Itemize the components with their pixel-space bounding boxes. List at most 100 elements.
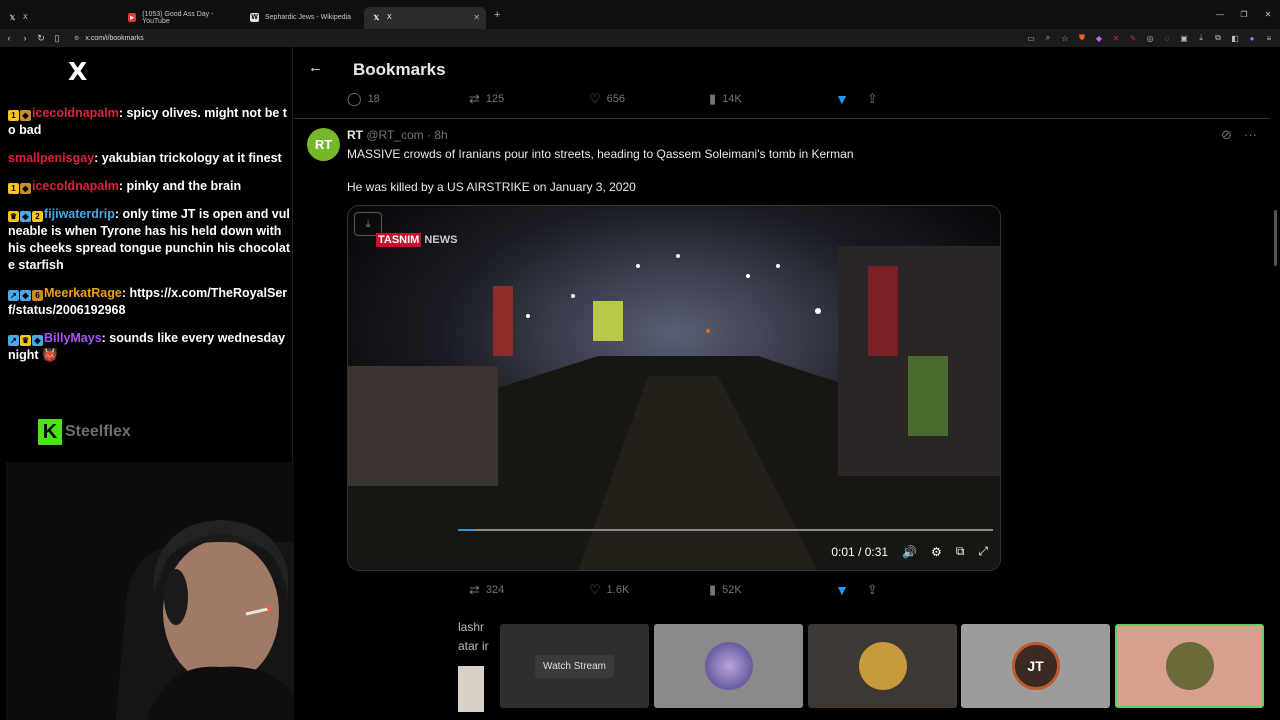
chat-username[interactable]: icecoldnapalm (32, 106, 119, 120)
extensions-puzzle-icon[interactable]: ⧉ (1213, 33, 1223, 43)
views-button[interactable]: ▮ 52K (709, 582, 835, 598)
video-progress-bar[interactable] (458, 529, 993, 531)
window-controls: — ❐ ✕ (1208, 0, 1280, 29)
tab-wikipedia[interactable]: W Sephardic Jews - Wikipedia (242, 7, 364, 29)
chat-message: ↗ ♛ ◆ BillyMays: sounds like every wednesda… (8, 330, 291, 364)
video-watermark: TASNIM NEWS (376, 233, 458, 247)
crown-badge-icon: ♛ (8, 211, 19, 222)
x-favicon-icon: 𝕏 (9, 14, 16, 22)
viewer-card[interactable] (654, 624, 803, 708)
extension-red-icon[interactable]: ✎ (1128, 34, 1138, 43)
views-icon: ▮ (709, 91, 717, 106)
viewer-avatar (858, 642, 907, 690)
picture-in-picture-icon[interactable]: ⧉ (956, 544, 965, 559)
chat-username[interactable]: smallpenisgay (8, 151, 94, 165)
tab-youtube[interactable]: ▶ (1053) Good Ass Day - YouTube (120, 7, 242, 29)
viewer-avatar (704, 642, 753, 690)
chat-message: smallpenisgay: yakubian trickology at it… (8, 150, 291, 167)
partial-text: lashr (458, 620, 485, 634)
fullscreen-icon[interactable]: ⤢ (978, 544, 988, 559)
tab-x-1[interactable]: 𝕏 X (0, 7, 120, 29)
sidebar-icon[interactable]: ◧ (1230, 34, 1240, 43)
reload-icon[interactable]: ↻ (34, 33, 48, 44)
page-scrollbar[interactable] (1274, 210, 1277, 266)
wikipedia-icon: W (250, 13, 259, 22)
chat-username[interactable]: icecoldnapalm (32, 179, 119, 193)
tweet-video-player[interactable]: ⤓ TASNIM NEWS 0:01 / 0:31 🔊 ⚙ ⧉ ⤢ (347, 205, 1001, 571)
more-options-icon[interactable]: ··· (1244, 127, 1257, 142)
forward-icon[interactable]: › (18, 33, 32, 43)
badge-icon: 6 (32, 290, 43, 301)
repost-icon: ⇄ (469, 582, 480, 597)
video-progress-fill (458, 529, 475, 531)
views-icon: ▮ (709, 582, 717, 597)
chat-username[interactable]: fijiwaterdrip (44, 207, 115, 221)
reply-icon: ◯ (347, 91, 362, 106)
like-button[interactable]: ♡ 656 (589, 91, 709, 107)
chat-message: 1 ◆ icecoldnapalm: spicy olives. might not… (8, 105, 291, 139)
star-icon[interactable]: ☆ (1060, 34, 1070, 43)
repost-button[interactable]: ⇄ 125 (469, 91, 589, 107)
watch-stream-button[interactable]: Watch Stream (535, 654, 614, 678)
repost-button[interactable]: ⇄ 324 (469, 582, 589, 598)
close-window-icon[interactable]: ✕ (1256, 10, 1280, 19)
menu-icon[interactable]: ≡ (1264, 34, 1274, 43)
minimize-icon[interactable]: — (1208, 10, 1232, 19)
tab-x-active[interactable]: 𝕏 X ✕ (364, 6, 486, 29)
new-tab-button[interactable]: + (494, 9, 500, 21)
browser-toolbar: ▭ ⌕ ☆ ⛊ ◆ ✕ ✎ ◎ ◌ ▣ ⤓ ⧉ ◧ ● ≡ (1026, 29, 1274, 47)
extension-x-icon[interactable]: ✕ (1111, 34, 1121, 43)
bookmark-page-icon[interactable]: ▯ (50, 33, 64, 44)
kick-watermark: K Steelflex (38, 419, 131, 445)
back-icon[interactable]: ‹ (2, 33, 16, 43)
repost-icon: ⇄ (469, 91, 480, 106)
tweet-author-handle[interactable]: @RT_com · 8h (366, 128, 447, 142)
chat-message: 1 ◆ icecoldnapalm: pinky and the brain (8, 178, 291, 195)
back-arrow-icon[interactable]: ← (308, 59, 323, 76)
chat-username[interactable]: BillyMays (44, 331, 102, 345)
partial-thumbnail (458, 666, 484, 712)
badge-icon: ◆ (20, 211, 31, 222)
x-logo: X (68, 57, 88, 86)
site-info-icon[interactable]: ⚙ (74, 35, 79, 42)
stream-overlay-strip: lashr atar ir Watch Stream JT (458, 610, 1280, 720)
browser-nav-bar: ‹ › ↻ ▯ ⚙ x.com/i/bookmarks ▭ ⌕ ☆ ⛊ ◆ ✕ … (0, 29, 1280, 47)
download-icon[interactable]: ⤓ (1196, 33, 1206, 43)
extension-icon[interactable]: ◌ (1162, 34, 1172, 43)
share-icon[interactable]: ⇪ (867, 91, 878, 107)
brave-shield-icon[interactable]: ⛊ (1077, 33, 1087, 43)
close-tab-icon[interactable]: ✕ (473, 13, 480, 22)
cast-icon[interactable]: ▭ (1026, 34, 1036, 43)
avatar[interactable]: RT (307, 128, 340, 161)
extension-icon[interactable]: ◆ (1094, 34, 1104, 43)
tweet-author-name[interactable]: RT (347, 128, 363, 142)
bookmarks-header: ← Bookmarks (294, 47, 1270, 91)
video-controls: 0:01 / 0:31 🔊 ⚙ ⧉ ⤢ (831, 544, 988, 559)
badge-icon: ↗ (8, 290, 19, 301)
volume-icon[interactable]: 🔊 (902, 545, 917, 559)
tweet-text-line-2: He was killed by a US AIRSTRIKE on Janua… (347, 180, 636, 194)
viewer-card[interactable] (808, 624, 957, 708)
share-icon[interactable]: ⇪ (867, 582, 878, 598)
grok-icon[interactable]: ⊘ (1221, 127, 1232, 143)
profile-icon[interactable]: ● (1247, 34, 1257, 43)
page-title: Bookmarks (353, 60, 446, 79)
watch-stream-card[interactable]: Watch Stream (500, 624, 649, 708)
settings-gear-icon[interactable]: ⚙ (931, 545, 942, 559)
views-button[interactable]: ▮ 14K (709, 91, 835, 107)
extension-icon[interactable]: ◎ (1145, 34, 1155, 43)
viewer-card[interactable]: JT (961, 624, 1110, 708)
address-bar[interactable]: ⚙ x.com/i/bookmarks (74, 35, 144, 42)
like-button[interactable]: ♡ 1.6K (589, 582, 709, 598)
chat-username[interactable]: MeerkatRage (44, 286, 122, 300)
chat-text: : yakubian trickology at it finest (94, 151, 282, 165)
bookmark-filled-icon[interactable]: ▼ (835, 582, 849, 598)
extension-icon[interactable]: ▣ (1179, 34, 1189, 43)
chat-messages: 1 ◆ icecoldnapalm: spicy olives. might not… (8, 105, 291, 375)
bookmark-filled-icon[interactable]: ▼ (835, 91, 849, 107)
reply-button[interactable]: ◯ 18 (347, 91, 469, 107)
zoom-icon[interactable]: ⌕ (1043, 33, 1053, 43)
viewer-card-selected[interactable] (1115, 624, 1264, 708)
chat-message: ↗ ◆ 6 MeerkatRage: https://x.com/TheRoyalSe… (8, 285, 291, 319)
maximize-icon[interactable]: ❐ (1232, 10, 1256, 19)
